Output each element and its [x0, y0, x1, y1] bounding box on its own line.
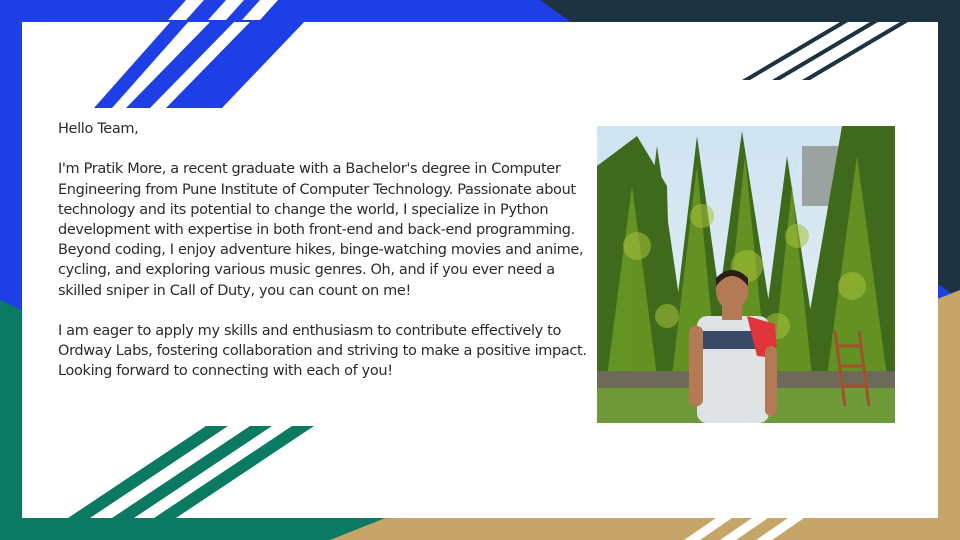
- bio-paragraph: I'm Pratik More, a recent graduate with …: [58, 161, 584, 299]
- profile-photo: [597, 126, 895, 423]
- greeting-text: Hello Team,: [58, 121, 139, 137]
- closing-paragraph: I am eager to apply my skills and enthus…: [58, 323, 587, 380]
- intro-text: Hello Team, I'm Pratik More, a recent gr…: [58, 119, 588, 382]
